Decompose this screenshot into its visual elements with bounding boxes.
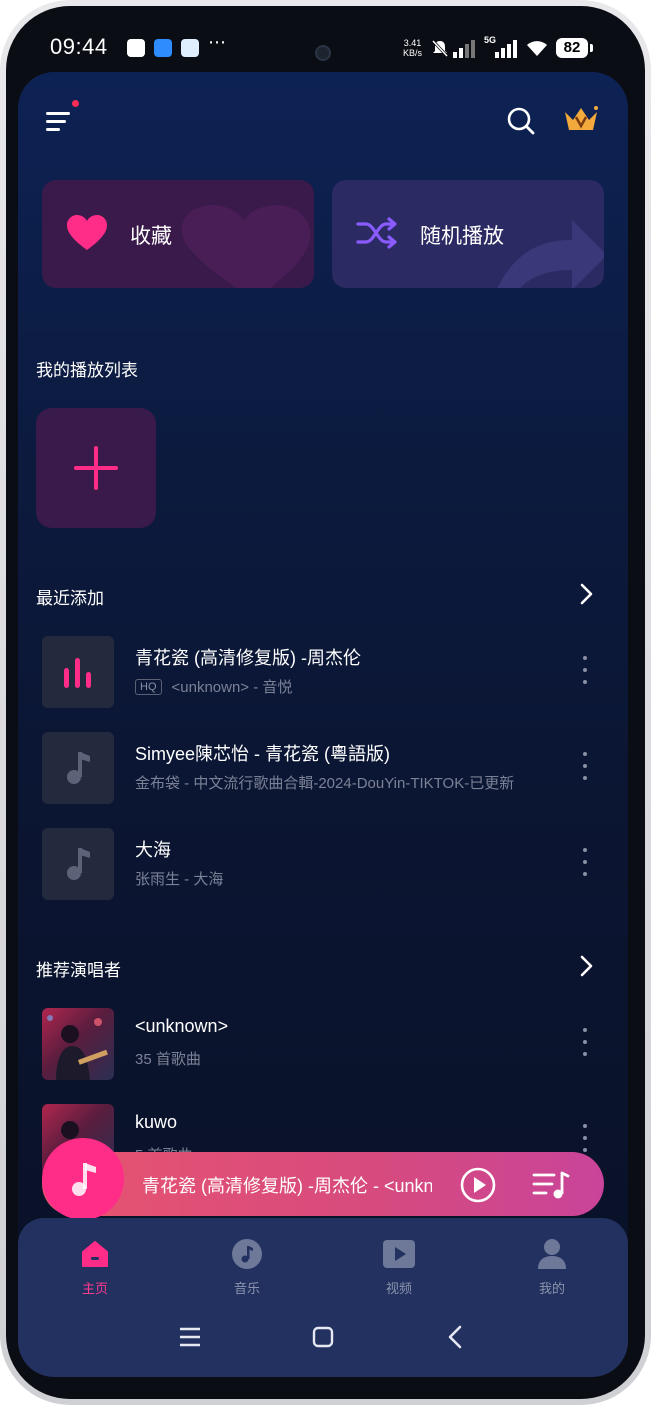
battery-level: 82 [556,38,588,58]
mini-player-cover[interactable] [42,1138,124,1220]
nav-home-label: 主页 [81,1281,108,1296]
music-disc-icon [232,1239,262,1269]
menu-icon [46,112,70,115]
song-thumbnail [42,828,114,900]
app-store-icon [154,39,172,57]
nav-video-label: 视频 [385,1281,412,1296]
heart-icon [67,215,107,250]
nav-profile[interactable]: 我的 [512,1234,592,1296]
video-icon [383,1240,415,1268]
hq-badge: HQ [135,679,162,695]
signal-5g-icon [495,40,517,58]
wifi-icon [527,41,547,56]
user-icon [538,1239,566,1269]
list-item[interactable]: 青花瓷 (高清修复版) -周杰伦 HQ <unknown> - 音悦 [18,632,628,712]
nav-home[interactable]: 主页 [55,1234,135,1296]
artists-more-chevron-icon[interactable] [576,954,596,978]
artist-avatar [42,1008,114,1080]
artists-title: 推荐演唱者 [36,961,121,980]
artist-song-count: 35 首歌曲 [135,1051,201,1068]
net-speed-unit: KB/s [403,48,423,58]
nav-video[interactable]: 视频 [359,1234,439,1296]
more-options-icon[interactable] [580,1028,590,1060]
song-title: 大海 [135,840,171,860]
front-camera [315,45,331,61]
artist-name: <unknown> [135,1016,229,1036]
music-note-icon [67,752,90,784]
nav-music-label: 音乐 [233,1281,260,1296]
status-bar: 09:44 ⋯ 3.41 KB/s 5G 82 [0,18,651,74]
equalizer-icon [64,658,91,688]
song-subtitle: 张雨生 - 大海 [135,871,224,888]
qq-icon [127,39,145,57]
more-options-icon[interactable] [580,848,590,880]
song-thumbnail [42,732,114,804]
play-circle-icon[interactable] [459,1166,497,1204]
net-speed: 3.41 KB/s [403,38,422,58]
music-note-icon [72,1163,96,1196]
song-subtitle: HQ <unknown> - 音悦 [135,676,292,697]
nav-profile-label: 我的 [538,1281,565,1296]
song-subtitle: 金布袋 - 中文流行歌曲合輯-2024-DouYin-TIKTOK-已更新 [135,775,515,792]
artist-name: kuwo [135,1112,178,1132]
home-nav-icon[interactable] [311,1325,335,1349]
shuffle-card[interactable]: 随机播放 [332,180,604,288]
menu-icon-line [46,128,60,131]
playlists-title: 我的播放列表 [36,361,138,380]
notification-dot [72,100,79,107]
shuffle-icon [356,217,397,249]
playlist-icon[interactable] [532,1170,570,1200]
favorites-card[interactable]: 收藏 [42,180,314,288]
nav-music[interactable]: 音乐 [207,1234,287,1296]
song-title: 青花瓷 (高清修复版) -周杰伦 [135,648,361,668]
battery-tip [590,44,593,52]
net-speed-value: 3.41 [403,38,422,48]
favorites-label: 收藏 [130,225,172,248]
recent-apps-icon[interactable] [178,1325,202,1349]
add-playlist-button[interactable] [36,408,156,528]
song-thumbnail [42,636,114,708]
shuffle-label: 随机播放 [420,225,504,248]
plus-icon [74,446,118,490]
search-icon[interactable] [506,106,536,136]
list-item[interactable]: <unknown> 35 首歌曲 [18,1004,628,1084]
app-screen: 收藏 随机播放 我的播放列表 最近添加 青花瓷 (高清修复版) -周杰伦 HQ … [18,72,628,1377]
silent-icon [431,39,449,58]
bottom-navigation: 主页 音乐 视频 我的 [18,1218,628,1377]
back-icon[interactable] [444,1325,468,1349]
status-time: 09:44 [50,34,108,59]
home-icon [82,1241,108,1267]
signal-icon [453,40,475,58]
crown-icon[interactable] [563,104,599,136]
song-title: Simyee陳芯怡 - 青花瓷 (粵語版) [135,744,391,764]
recent-more-chevron-icon[interactable] [576,582,596,606]
list-item[interactable]: 大海 张雨生 - 大海 [18,824,628,904]
more-options-icon[interactable] [580,1124,590,1156]
more-icon: ⋯ [208,32,226,52]
now-playing-title: 青花瓷 (高清修复版) -周杰伦 - <unknown> [142,1176,432,1196]
artist-photo [47,1015,108,1080]
menu-icon-line [46,120,66,123]
cloud-icon [181,39,199,57]
heart-watermark [181,205,311,288]
recent-title: 最近添加 [36,589,104,608]
music-note-icon [67,848,90,880]
menu-button[interactable] [46,100,80,138]
more-options-icon[interactable] [580,656,590,688]
song-subtitle-text: <unknown> - 音悦 [171,679,293,696]
list-item[interactable]: Simyee陳芯怡 - 青花瓷 (粵語版) 金布袋 - 中文流行歌曲合輯-202… [18,728,628,808]
more-options-icon[interactable] [580,752,590,784]
